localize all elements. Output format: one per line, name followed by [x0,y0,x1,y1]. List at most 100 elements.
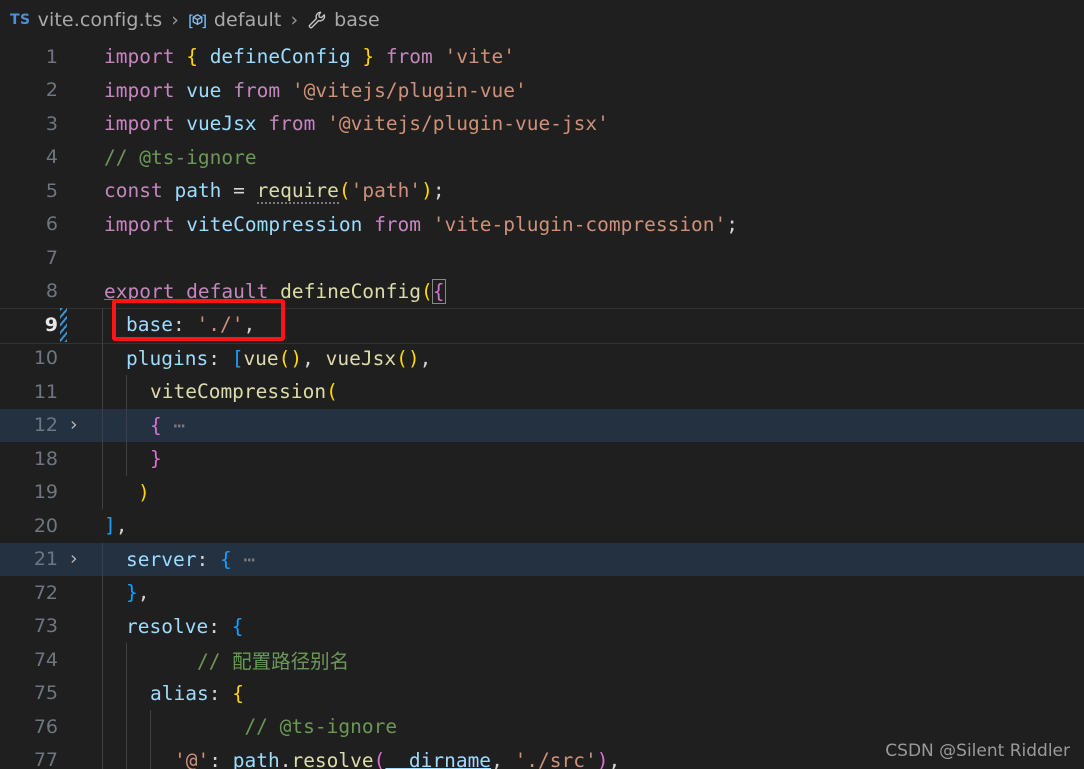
line-content[interactable]: import { defineConfig } from 'vite' [96,40,1084,74]
line-gutter[interactable] [58,442,96,476]
line-content[interactable]: // @ts-ignore [96,710,1084,744]
breadcrumb: TS vite.config.ts › [ ] default › base [0,0,1084,40]
symbol-property-wrench-icon [307,10,327,30]
line-gutter[interactable] [58,141,96,175]
line-gutter[interactable] [58,208,96,242]
typescript-file-icon: TS [10,12,31,28]
chinese-comment: // 配置路径别名 [150,650,350,674]
comment-ts-ignore: // @ts-ignore [174,715,398,739]
line-content[interactable]: import vue from '@vitejs/plugin-vue' [96,74,1084,108]
line-content[interactable]: // 配置路径别名 [96,643,1084,677]
code-line[interactable]: 72 }, [0,576,1084,610]
line-content[interactable]: }, [96,576,1084,610]
line-gutter[interactable] [58,643,96,677]
code-line[interactable]: 4 // @ts-ignore [0,141,1084,175]
code-line[interactable]: 75 alias: { [0,676,1084,711]
line-number: 12 [33,414,58,437]
line-content[interactable]: resolve: { [96,609,1084,643]
line-content[interactable]: ) [96,475,1084,509]
line-content[interactable]: export default defineConfig({ [96,275,1084,309]
breadcrumb-item-base[interactable]: base [307,9,380,31]
line-content[interactable]: plugins: [vue(), vueJsx(), [96,341,1084,375]
line-content[interactable]: import vueJsx from '@vitejs/plugin-vue-j… [96,107,1084,141]
line-gutter[interactable] [58,744,96,769]
line-number: 7 [45,246,58,269]
line-content[interactable]: const path = require('path'); [96,174,1084,208]
code-line[interactable]: 5 const path = require('path'); [0,174,1084,208]
line-gutter[interactable]: › [58,543,96,577]
code-editor-area[interactable]: 1 import { defineConfig } from 'vite' 2 … [0,40,1084,769]
code-line[interactable]: 3 import vueJsx from '@vitejs/plugin-vue… [0,107,1084,141]
line-number: 1 [45,45,58,68]
line-content[interactable]: base: './', [96,308,1084,342]
line-content[interactable]: import viteCompression from 'vite-plugin… [96,208,1084,242]
breadcrumb-item-default[interactable]: [ ] default [188,9,282,31]
line-number: 74 [33,648,58,671]
line-gutter[interactable]: › [58,409,96,443]
line-number: 18 [33,447,58,470]
chevron-right-fold-icon[interactable]: › [70,415,78,435]
line-gutter[interactable] [58,74,96,108]
line-number: 73 [33,615,58,638]
line-gutter[interactable] [58,241,96,275]
line-content[interactable]: viteCompression( [96,375,1084,409]
code-line-active[interactable]: 9 base: './', [0,308,1084,343]
diff-modified-indicator[interactable] [60,308,67,342]
code-line[interactable]: 11 viteCompression( [0,375,1084,409]
line-content[interactable] [96,241,1084,275]
code-line-folded[interactable]: 12 › { ⋯ [0,408,1084,443]
line-number: 20 [33,514,58,537]
line-content[interactable]: { ⋯ [96,408,1084,442]
code-line[interactable]: 76 // @ts-ignore [0,710,1084,744]
code-line[interactable]: 10 plugins: [vue(), vueJsx(), [0,341,1084,376]
line-number: 10 [33,347,58,370]
code-line[interactable]: 74 // 配置路径别名 [0,643,1084,677]
breadcrumb-separator-2: › [290,9,299,31]
line-number-active: 9 [44,313,58,336]
line-gutter[interactable] [58,174,96,208]
line-number: 76 [33,715,58,738]
line-number: 3 [45,112,58,135]
line-content[interactable]: server: { ⋯ [96,542,1084,576]
line-number: 75 [33,682,58,705]
line-gutter[interactable] [58,509,96,543]
line-gutter[interactable] [58,107,96,141]
code-line[interactable]: 6 import viteCompression from 'vite-plug… [0,208,1084,242]
line-gutter[interactable] [58,576,96,610]
line-gutter-modified[interactable] [58,308,96,342]
vscode-editor-window: TS vite.config.ts › [ ] default › base 1… [0,0,1084,769]
line-number: 72 [33,581,58,604]
line-number: 11 [33,380,58,403]
symbol-variable-icon: [ ] [188,11,207,30]
line-gutter[interactable] [58,275,96,309]
code-line[interactable]: 7 [0,241,1084,275]
code-line[interactable]: 18 } [0,442,1084,476]
breadcrumb-item-file[interactable]: TS vite.config.ts [10,9,162,31]
line-number: 77 [33,749,58,769]
line-number: 8 [45,280,58,303]
code-line[interactable]: 1 import { defineConfig } from 'vite' [0,40,1084,74]
line-content[interactable]: ], [96,509,1084,543]
code-line[interactable]: 8 export default defineConfig({ [0,275,1084,309]
line-content[interactable]: alias: { [96,676,1084,710]
line-content[interactable]: } [96,442,1084,476]
line-number: 5 [45,179,58,202]
breadcrumb-file-label: vite.config.ts [37,9,163,31]
code-line[interactable]: 73 resolve: { [0,609,1084,644]
line-number: 21 [33,548,58,571]
line-content[interactable]: // @ts-ignore [96,141,1084,175]
line-number: 4 [45,146,58,169]
code-line[interactable]: 19 ) [0,475,1084,510]
line-gutter[interactable] [58,677,96,711]
line-number: 19 [33,481,58,504]
line-gutter[interactable] [58,476,96,510]
chevron-right-fold-icon[interactable]: › [70,549,78,569]
line-gutter[interactable] [58,610,96,644]
code-line-folded[interactable]: 21 › server: { ⋯ [0,542,1084,577]
line-gutter[interactable] [58,40,96,74]
line-gutter[interactable] [58,375,96,409]
breadcrumb-separator-1: › [171,9,179,31]
code-line[interactable]: 2 import vue from '@vitejs/plugin-vue' [0,74,1084,108]
line-gutter[interactable] [58,710,96,744]
line-gutter[interactable] [58,342,96,376]
